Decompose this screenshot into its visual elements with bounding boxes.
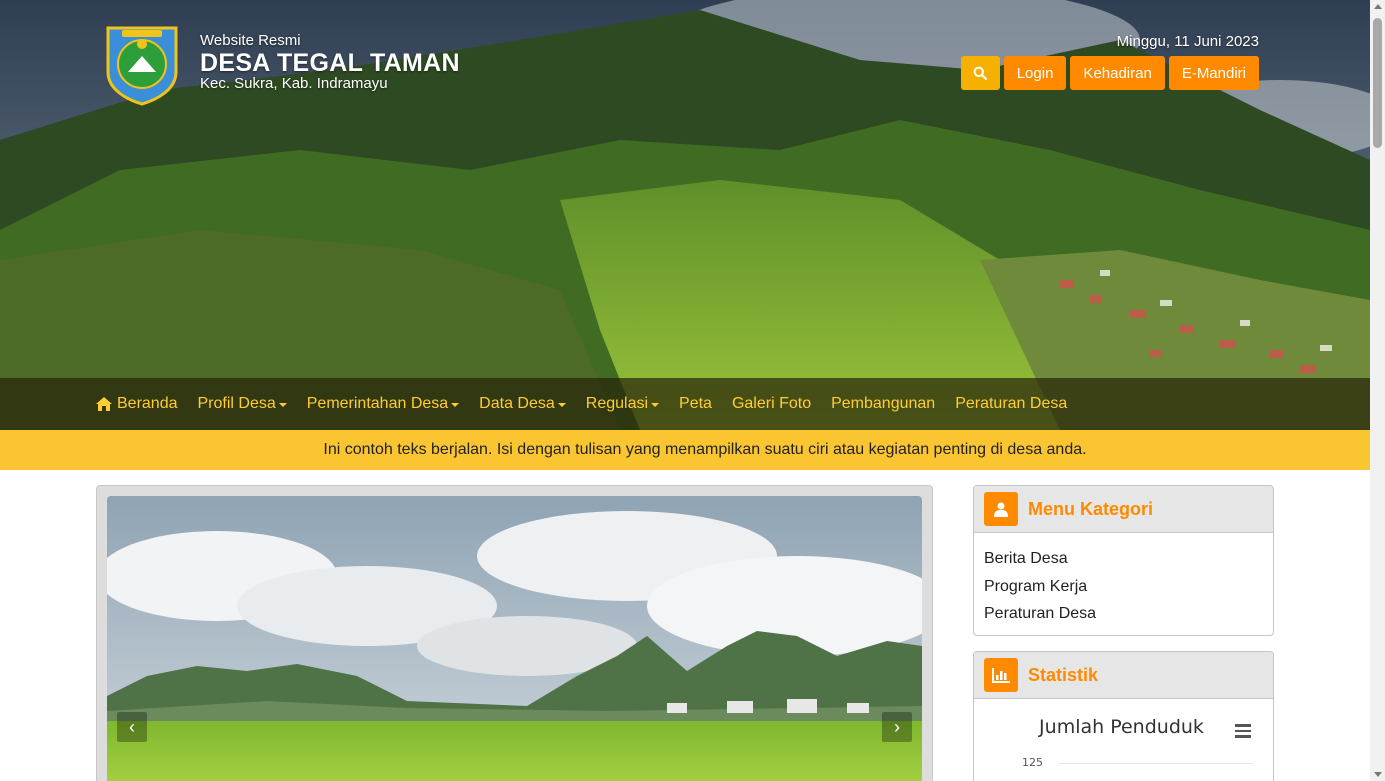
home-icon [96, 397, 112, 411]
panel-header: Statistik [974, 652, 1273, 699]
chart-menu-icon[interactable] [1235, 724, 1251, 741]
caret-down-icon [651, 403, 660, 407]
kategori-item-program-kerja[interactable]: Program Kerja [984, 573, 1263, 601]
menu-kategori-panel: Menu Kategori Berita Desa Program Kerja … [973, 485, 1274, 636]
nav-label: Profil Desa [197, 395, 276, 412]
scroll-up-icon[interactable] [1374, 4, 1382, 9]
chart-title: Jumlah Penduduk [1039, 716, 1204, 738]
search-button[interactable] [960, 56, 1000, 90]
statistik-panel: Statistik Jumlah Penduduk 125 [973, 651, 1274, 781]
scroll-down-icon[interactable] [1374, 772, 1382, 777]
bar-chart-icon [992, 667, 1010, 683]
page-scrollbar[interactable] [1370, 0, 1385, 781]
image-slider: ‹ › [96, 485, 933, 781]
caret-down-icon [278, 403, 287, 407]
nav-item-pembangunan[interactable]: Pembangunan [831, 395, 935, 413]
nav-label: Beranda [117, 395, 178, 412]
nav-label: Pembangunan [831, 395, 936, 412]
nav-item-peta[interactable]: Peta [679, 395, 712, 413]
kategori-list: Berita Desa Program Kerja Peraturan Desa [974, 533, 1273, 635]
panel-header: Menu Kategori [974, 486, 1273, 533]
nav-label: Data Desa [479, 395, 555, 412]
nav-label: Peraturan Desa [955, 395, 1068, 412]
user-icon [994, 502, 1008, 517]
brand-text: Website Resmi DESA TEGAL TAMAN Kec. Sukr… [200, 22, 460, 92]
nav-item-profil-desa[interactable]: Profil Desa [198, 395, 287, 413]
nav-label: Regulasi [585, 395, 649, 412]
hero-banner: Website Resmi DESA TEGAL TAMAN Kec. Sukr… [0, 0, 1370, 430]
slider-prev-button[interactable]: ‹ [117, 712, 147, 742]
slide-image [107, 496, 922, 781]
nav-label: Galeri Foto [731, 395, 812, 412]
nav-item-regulasi[interactable]: Regulasi [585, 395, 660, 413]
kategori-item-berita-desa[interactable]: Berita Desa [984, 545, 1263, 573]
caret-down-icon [557, 403, 566, 407]
nav-item-data-desa[interactable]: Data Desa [479, 395, 566, 413]
chart-gridline [1058, 763, 1253, 764]
kategori-item-peraturan-desa[interactable]: Peraturan Desa [984, 600, 1263, 628]
nav-item-pemerintahan-desa[interactable]: Pemerintahan Desa [306, 395, 460, 413]
chevron-right-icon: › [894, 716, 900, 737]
panel-icon-box [984, 658, 1018, 692]
main-navbar: Beranda Profil Desa Pemerintahan Desa Da… [0, 378, 1370, 430]
nav-item-peraturan-desa[interactable]: Peraturan Desa [955, 395, 1067, 413]
slider-next-button[interactable]: › [882, 712, 912, 742]
nav-item-beranda[interactable]: Beranda [96, 395, 178, 413]
current-date: Minggu, 11 Juni 2023 [1116, 33, 1259, 50]
landscape-photo [107, 496, 922, 781]
header-actions: Login Kehadiran E-Mandiri [960, 56, 1259, 90]
nav-label: Pemerintahan Desa [306, 395, 449, 412]
scroll-thumb[interactable] [1373, 18, 1382, 148]
nav-label: Peta [679, 395, 712, 412]
search-icon [973, 66, 988, 80]
panel-icon-box [984, 492, 1018, 526]
village-logo-icon [106, 26, 178, 106]
population-chart: Jumlah Penduduk 125 [974, 699, 1273, 781]
ticker-text: Ini contoh teks berjalan. Isi dengan tul… [323, 441, 1087, 458]
brand-location: Kec. Sukra, Kab. Indramayu [200, 75, 388, 92]
nav-item-galeri-foto[interactable]: Galeri Foto [732, 395, 811, 413]
site-brand[interactable]: Website Resmi DESA TEGAL TAMAN Kec. Sukr… [104, 22, 460, 106]
login-button[interactable]: Login [1003, 56, 1067, 90]
brand-title[interactable]: DESA TEGAL TAMAN [200, 50, 460, 76]
kehadiran-button[interactable]: Kehadiran [1070, 56, 1165, 90]
y-axis-tick: 125 [1022, 756, 1043, 769]
panel-title: Menu Kategori [1028, 498, 1154, 519]
news-ticker: Ini contoh teks berjalan. Isi dengan tul… [0, 430, 1370, 470]
panel-title: Statistik [1028, 664, 1099, 685]
chevron-left-icon: ‹ [129, 716, 135, 737]
brand-subtitle: Website Resmi [200, 32, 301, 49]
caret-down-icon [451, 403, 460, 407]
emandiri-button[interactable]: E-Mandiri [1168, 56, 1259, 90]
